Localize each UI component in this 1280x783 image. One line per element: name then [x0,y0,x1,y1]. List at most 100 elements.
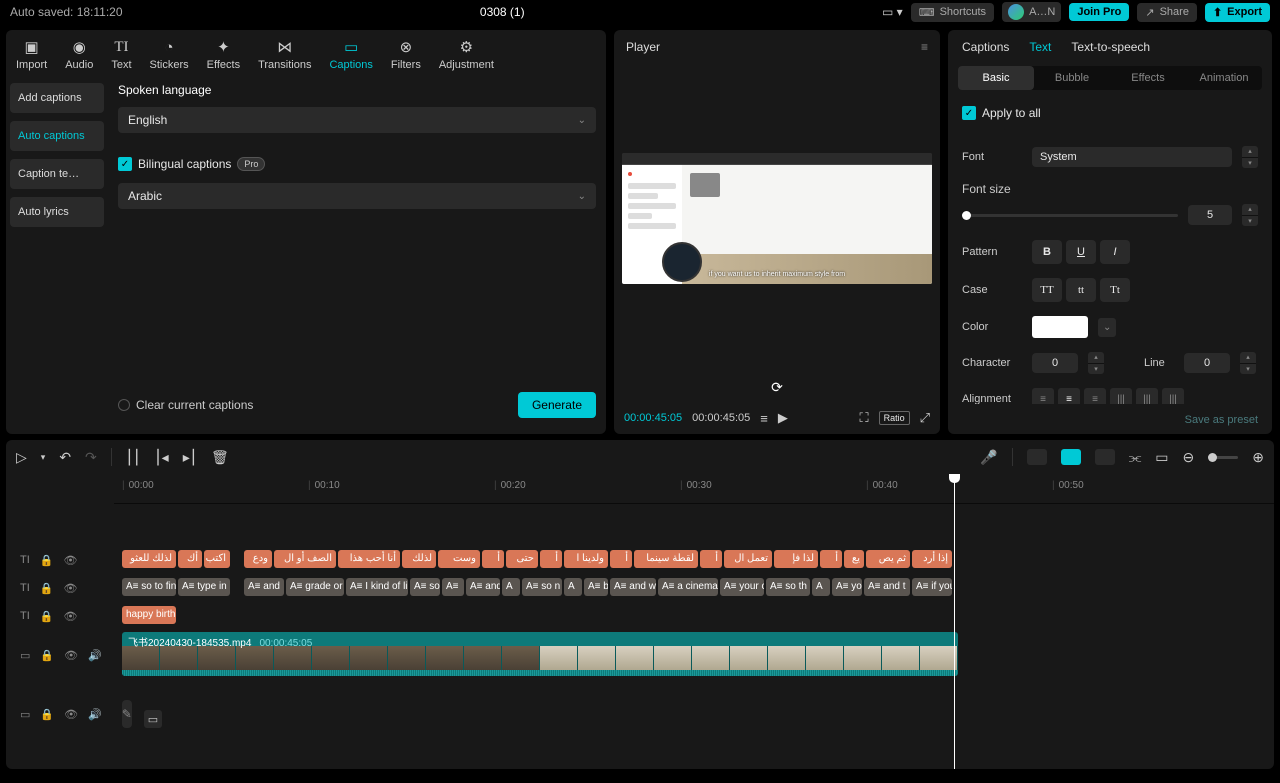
caption-clip[interactable]: A≡ a cinema [658,578,718,596]
caption-clip[interactable]: A≡ type in [178,578,230,596]
caption-clip[interactable]: أ [820,550,842,568]
caption-track-arabic[interactable]: لذلك للعثوأكاكتب فودعالصف أو الأنا أحب ه… [114,546,1274,574]
adjustment-track[interactable]: ▭ [114,700,1274,740]
tool-stickers[interactable]: ◔Stickers [150,38,189,71]
redo-button[interactable]: ↷ [85,449,97,466]
preview-icon[interactable]: ▭ [1155,449,1168,466]
character-stepper[interactable]: ▴▾ [1088,352,1104,374]
play-icon[interactable]: ▶ [778,410,788,426]
color-swatch[interactable] [1032,316,1088,338]
eye-icon[interactable]: 👁 [63,610,77,623]
eye-icon[interactable]: 👁 [64,649,78,662]
sidebar-add-captions[interactable]: Add captions [10,83,104,113]
player-menu-icon[interactable]: ≡ [921,40,928,54]
caption-clip[interactable]: ولدينا ا [564,550,608,568]
caption-clip[interactable]: لذا فإ [774,550,818,568]
caption-clip[interactable]: لذلك للعثو [122,550,176,568]
text-track-icon[interactable]: TI [20,554,30,566]
bilingual-checkbox[interactable]: ✓ [118,157,132,171]
subtab-basic[interactable]: Basic [958,66,1034,90]
character-spacing-input[interactable]: 0 [1032,353,1078,373]
caption-clip[interactable]: happy birth [122,606,176,624]
subtab-bubble[interactable]: Bubble [1034,66,1110,90]
caption-clip[interactable]: أنا أحب هذا [338,550,400,568]
subtab-effects[interactable]: Effects [1110,66,1186,90]
caption-clip[interactable]: لقطة سينما [634,550,698,568]
sidebar-auto-captions[interactable]: Auto captions [10,121,104,151]
caption-clip[interactable]: اكتب ف [204,550,230,568]
text-track-icon[interactable]: TI [20,610,30,622]
caption-clip[interactable]: A [502,578,520,596]
tab-tts[interactable]: Text-to-speech [1071,40,1150,54]
eye-icon[interactable]: 👁 [63,554,77,567]
case-title-button[interactable]: Tt [1100,278,1130,302]
pointer-dropdown[interactable]: ▾ [41,452,46,463]
caption-clip[interactable]: A≡ b [584,578,608,596]
caption-clip[interactable]: A≡ so n [522,578,562,596]
caption-clip[interactable]: A [564,578,582,596]
link-icon[interactable]: ⫘ [1129,449,1142,466]
adjust-track-icon[interactable]: ▭ [20,708,30,721]
eye-icon[interactable]: 👁 [63,582,77,595]
chevron-down-icon[interactable]: ⌄ [1098,318,1116,337]
split-button[interactable]: ⎮⎮ [126,449,141,466]
caption-clip[interactable]: إذا أرد [912,550,952,568]
zoom-out-icon[interactable]: ⊖ [1183,449,1195,466]
clear-captions-radio[interactable] [118,399,130,411]
trim-left-button[interactable]: ⎮◂ [154,449,168,466]
align-center-button[interactable]: ≡ [1058,388,1080,404]
caption-clip[interactable]: ودع [244,550,272,568]
font-size-value[interactable]: 5 [1188,205,1232,225]
caption-clip[interactable]: أ [482,550,504,568]
apply-all-checkbox[interactable]: ✓ [962,106,976,120]
caption-clip[interactable]: أك [178,550,202,568]
save-preset-button[interactable]: Save as preset [962,404,1258,426]
magnet-toggle-3[interactable] [1095,449,1115,465]
playhead[interactable] [954,474,955,769]
caption-clip[interactable]: ثم يص [866,550,910,568]
zoom-in-icon[interactable]: ⊕ [1252,449,1264,466]
align-v1-button[interactable]: ||| [1110,388,1132,404]
generate-button[interactable]: Generate [518,392,596,418]
tool-import[interactable]: ▣Import [16,38,47,71]
caption-clip[interactable]: وست [438,550,480,568]
case-lower-button[interactable]: tt [1066,278,1096,302]
caption-clip[interactable]: A≡ grade or s [286,578,344,596]
caption-clip[interactable]: تعمل ال [724,550,772,568]
adjustment-clip-icon[interactable]: ▭ [144,710,162,728]
lock-icon[interactable]: 🔒 [40,649,54,662]
tool-adjustment[interactable]: ⚙Adjustment [439,38,494,71]
ratio-button[interactable]: Ratio [879,411,910,425]
caption-track-english[interactable]: A≡ so to findA≡ type inA≡ andA≡ grade or… [114,574,1274,602]
video-track-icon[interactable]: ▭ [20,649,30,662]
caption-clip[interactable]: أ [610,550,632,568]
sync-icon[interactable]: ⟳ [614,373,940,402]
text-track-icon[interactable]: TI [20,582,30,594]
caption-clip[interactable]: A≡ so [410,578,440,596]
font-size-slider[interactable] [962,214,1178,217]
share-button[interactable]: ↗ Share [1137,3,1197,22]
caption-clip[interactable]: A≡ and t [864,578,910,596]
tool-text[interactable]: TIText [111,38,131,71]
case-upper-button[interactable]: TT [1032,278,1062,302]
caption-clip[interactable]: A≡ if you [912,578,952,596]
align-right-button[interactable]: ≡ [1084,388,1106,404]
lock-icon[interactable]: 🔒 [40,610,54,623]
caption-clip[interactable]: A≡ [442,578,464,596]
video-preview[interactable]: if you want us to inherit maximum style … [622,153,932,285]
mute-icon[interactable]: 🔊 [88,649,102,662]
video-clip[interactable]: 飞书20240430-184535.mp400:00:45:05 [122,632,958,676]
export-button[interactable]: ⬆ Export [1205,3,1270,22]
tool-transitions[interactable]: ⋈Transitions [258,38,311,71]
line-spacing-input[interactable]: 0 [1184,353,1230,373]
aspect-ratio-icon[interactable]: ▭ ▾ [882,5,903,19]
tool-effects[interactable]: ✦Effects [207,38,240,71]
bilingual-language-select[interactable]: Arabic⌄ [118,183,596,209]
font-size-stepper[interactable]: ▴▾ [1242,204,1258,226]
undo-button[interactable]: ↶ [59,449,71,466]
mute-icon[interactable]: 🔊 [88,708,102,721]
caption-clip[interactable]: A≡ your c [720,578,764,596]
eye-icon[interactable]: 👁 [64,708,78,721]
lock-icon[interactable]: 🔒 [40,554,54,567]
zoom-slider[interactable] [1208,456,1238,459]
